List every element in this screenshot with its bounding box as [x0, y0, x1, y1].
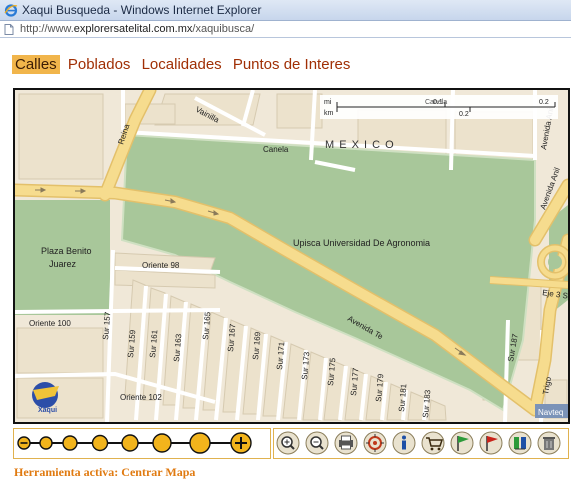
address-bar[interactable]: http://www.explorersatelital.com.mx/xaqu… — [0, 21, 571, 38]
page-icon — [4, 24, 14, 35]
red-flag-icon[interactable] — [479, 431, 503, 455]
street-canela: Canela — [263, 145, 289, 154]
country-label: M E X I C O — [325, 139, 395, 151]
zoom-level-1[interactable] — [39, 436, 53, 450]
search-tabs: Calles Poblados Localidades Puntos de In… — [12, 55, 354, 75]
logo-text: Xaqui — [38, 407, 57, 414]
zoom-level-6[interactable] — [189, 432, 211, 454]
plaza-label-1: Plaza Benito — [41, 246, 92, 256]
print-icon[interactable] — [334, 431, 358, 455]
scale-bar: mi km 0.1 0.2 0.2 Canela — [320, 95, 558, 119]
scale-value-km: 0.2 — [459, 111, 469, 118]
window-title: Xaqui Busqueda - Windows Internet Explor… — [22, 3, 262, 17]
zoom-minus-button[interactable] — [17, 436, 31, 450]
route-icon[interactable] — [508, 431, 532, 455]
zoom-level-2[interactable] — [62, 435, 78, 451]
url-prefix: http://www. — [20, 23, 74, 35]
zoom-level-5[interactable] — [152, 433, 172, 453]
street-oriente-102: Oriente 102 — [120, 393, 162, 402]
map-view[interactable]: M E X I C O Upisca Universidad De Agrono… — [13, 88, 570, 424]
zoom-control — [13, 428, 271, 459]
window-titlebar: Xaqui Busqueda - Windows Internet Explor… — [0, 0, 571, 21]
map-toolbar — [13, 428, 570, 461]
ie-icon — [4, 4, 18, 17]
map-canvas[interactable]: M E X I C O Upisca Universidad De Agrono… — [15, 90, 568, 422]
green-flag-icon[interactable] — [450, 431, 474, 455]
zoom-level-4[interactable] — [121, 434, 139, 452]
street-oriente-98: Oriente 98 — [142, 261, 180, 270]
scale-unit-mi: mi — [324, 99, 332, 106]
scale-value-mi-2: 0.2 — [539, 99, 549, 106]
tool-buttons — [273, 428, 569, 459]
tab-localidades[interactable]: Localidades — [139, 55, 225, 74]
tab-puntos-de-interes[interactable]: Puntos de Interes — [230, 55, 354, 74]
street-oriente-100: Oriente 100 — [29, 319, 71, 328]
info-icon[interactable] — [392, 431, 416, 455]
park-label: Upisca Universidad De Agronomia — [293, 238, 430, 248]
scale-unit-km: km — [324, 110, 334, 117]
center-map-icon[interactable] — [363, 431, 387, 455]
zoom-out-icon[interactable] — [305, 431, 329, 455]
plaza-label-2: Juarez — [49, 259, 77, 269]
cart-icon[interactable] — [421, 431, 445, 455]
street-canela-top: Canela — [425, 99, 447, 106]
zoom-plus-button[interactable] — [230, 432, 252, 454]
zoom-slider[interactable] — [14, 429, 270, 458]
delete-icon[interactable] — [537, 431, 561, 455]
url-host: explorersatelital.com.mx — [73, 23, 193, 35]
map-attribution: Navteq — [538, 408, 563, 417]
tab-calles[interactable]: Calles — [12, 55, 60, 74]
address-url[interactable]: http://www.explorersatelital.com.mx/xaqu… — [20, 23, 254, 35]
zoom-in-icon[interactable] — [276, 431, 300, 455]
zoom-level-3[interactable] — [91, 434, 109, 452]
active-tool-status: Herramienta activa: Centrar Mapa — [14, 465, 196, 479]
url-path: /xaquibusca/ — [192, 23, 255, 35]
tool-strip — [276, 431, 561, 455]
tab-poblados[interactable]: Poblados — [65, 55, 134, 74]
